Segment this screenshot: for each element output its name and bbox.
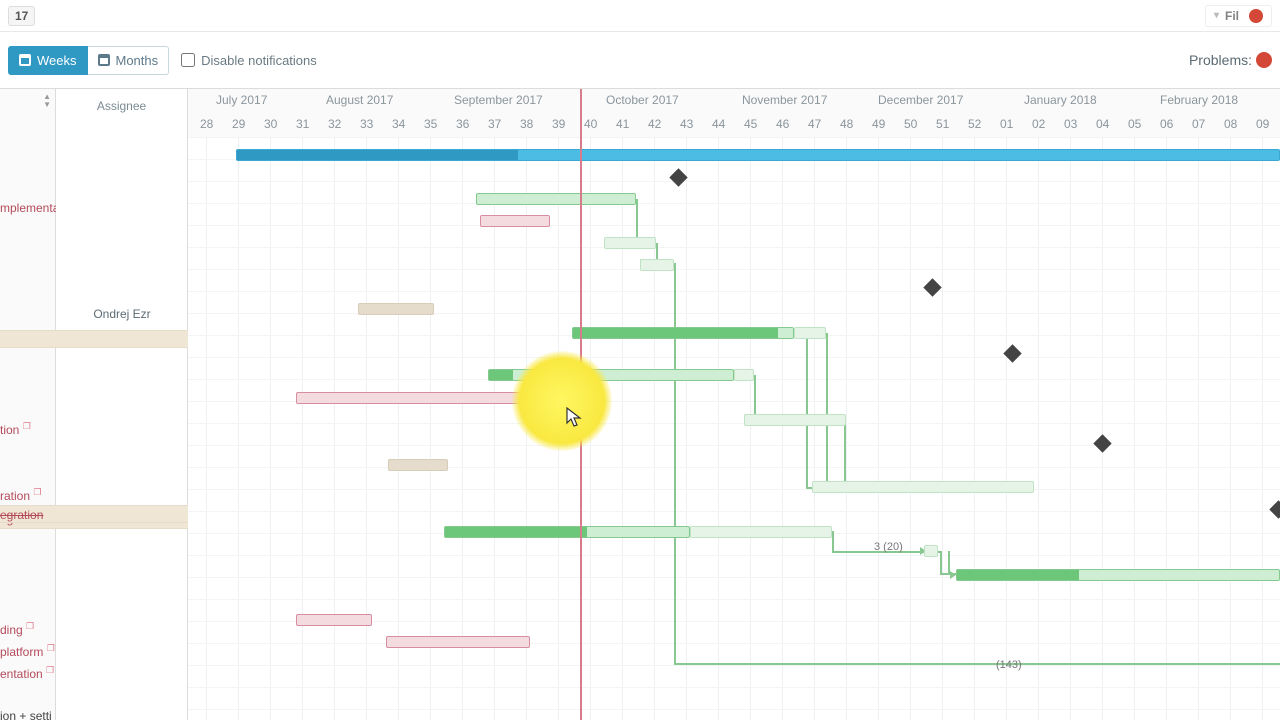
gantt-bar[interactable] [924, 545, 938, 557]
weeks-label: Weeks [37, 53, 77, 68]
gantt-bar[interactable] [794, 327, 826, 339]
week-number: 35 [424, 117, 437, 131]
week-number: 48 [840, 117, 853, 131]
week-number: 38 [520, 117, 533, 131]
week-number: 51 [936, 117, 949, 131]
week-number: 03 [1064, 117, 1077, 131]
page-counter-badge: 17 [8, 6, 35, 26]
month-label: September 2017 [454, 93, 543, 107]
week-number: 52 [968, 117, 981, 131]
week-number: 47 [808, 117, 821, 131]
weeks-tab[interactable]: Weeks [8, 46, 88, 75]
gantt-bar[interactable] [604, 237, 656, 249]
timeline-header: July 2017 August 2017 September 2017 Octobe… [188, 89, 1280, 137]
week-number: 33 [360, 117, 373, 131]
filter-button[interactable]: ▾ Fil [1205, 5, 1272, 27]
assignee-column: Assignee [56, 89, 188, 720]
week-number: 43 [680, 117, 693, 131]
week-number: 05 [1128, 117, 1141, 131]
month-label: July 2017 [216, 93, 267, 107]
calendar-icon [98, 54, 110, 66]
gantt-bar[interactable] [296, 392, 564, 404]
week-number: 01 [1000, 117, 1013, 131]
week-number: 30 [264, 117, 277, 131]
task-row-label[interactable]: mplementation ❐ [0, 197, 56, 217]
filter-indicator-icon [1249, 9, 1263, 23]
week-number: 41 [616, 117, 629, 131]
gantt-bar[interactable] [476, 193, 636, 205]
month-label: December 2017 [878, 93, 963, 107]
gantt-bar[interactable] [444, 526, 690, 538]
month-label: February 2018 [1160, 93, 1238, 107]
chart-area[interactable]: July 2017 August 2017 September 2017 Octobe… [188, 89, 1280, 720]
week-number: 29 [232, 117, 245, 131]
week-number: 09 [1256, 117, 1269, 131]
week-number: 07 [1192, 117, 1205, 131]
gantt-bar[interactable] [386, 636, 530, 648]
month-label: October 2017 [606, 93, 679, 107]
months-tab[interactable]: Months [88, 46, 170, 75]
month-label: August 2017 [326, 93, 393, 107]
assignee-name: Ondrej Ezr [56, 307, 188, 321]
problems-indicator[interactable]: Problems: [1189, 52, 1272, 68]
week-number: 06 [1160, 117, 1173, 131]
stepper-icon[interactable]: ▲▼ [43, 93, 51, 109]
week-number: 37 [488, 117, 501, 131]
problems-count-badge [1256, 52, 1272, 68]
task-row-label[interactable]: platform ❐ [0, 641, 56, 661]
week-number: 36 [456, 117, 469, 131]
week-number: 39 [552, 117, 565, 131]
week-number: 40 [584, 117, 597, 131]
gantt-bar[interactable] [358, 303, 434, 315]
month-label: January 2018 [1024, 93, 1097, 107]
week-number: 08 [1224, 117, 1237, 131]
gantt-bar[interactable] [236, 149, 1280, 161]
week-number: 44 [712, 117, 725, 131]
week-number: 02 [1032, 117, 1045, 131]
filter-label: Fil [1225, 9, 1239, 23]
task-row-label[interactable]: tion ❐ [0, 419, 56, 439]
gantt-bar[interactable] [640, 259, 674, 271]
week-number: 04 [1096, 117, 1109, 131]
today-line [580, 89, 582, 720]
calendar-icon [19, 54, 31, 66]
week-number: 46 [776, 117, 789, 131]
gantt-bar[interactable] [956, 569, 1280, 581]
gantt-bar[interactable] [744, 414, 846, 426]
gantt-bar[interactable] [734, 369, 754, 381]
assignee-header: Assignee [56, 99, 187, 113]
week-number: 31 [296, 117, 309, 131]
timescale-segmented: Weeks Months [8, 46, 169, 75]
disable-notifications-checkbox[interactable]: Disable notifications [181, 53, 317, 68]
week-number: 50 [904, 117, 917, 131]
bar-annotation: 3 (20) [874, 541, 903, 553]
gantt-bar[interactable] [388, 459, 448, 471]
task-row-label[interactable]: ion + setti [0, 707, 56, 720]
gantt-chart[interactable]: ▲▼ Assignee July 2017 August 2017 Septembe… [0, 88, 1280, 720]
problems-label: Problems: [1189, 52, 1252, 68]
task-row-label[interactable]: egration [0, 505, 188, 523]
task-row-label[interactable]: ding ❐ [0, 619, 56, 639]
week-number: 28 [200, 117, 213, 131]
gantt-bar[interactable] [488, 369, 734, 381]
gantt-bar[interactable] [572, 327, 794, 339]
task-row-label[interactable] [0, 330, 188, 348]
chevron-down-icon: ▾ [1214, 10, 1219, 21]
week-number: 34 [392, 117, 405, 131]
week-number: 49 [872, 117, 885, 131]
task-row-label[interactable]: entation ❐ [0, 663, 56, 683]
week-number: 42 [648, 117, 661, 131]
week-number: 45 [744, 117, 757, 131]
task-row-label[interactable]: ration ❐ [0, 485, 56, 505]
disable-notifications-label: Disable notifications [201, 53, 317, 68]
month-label: November 2017 [742, 93, 827, 107]
gantt-bar[interactable] [296, 614, 372, 626]
months-label: Months [116, 53, 159, 68]
bar-annotation: (143) [996, 659, 1022, 671]
week-number: 32 [328, 117, 341, 131]
disable-notifications-input[interactable] [181, 53, 195, 67]
gantt-bar[interactable] [690, 526, 832, 538]
gantt-bar[interactable] [812, 481, 1034, 493]
gantt-bar[interactable] [480, 215, 550, 227]
